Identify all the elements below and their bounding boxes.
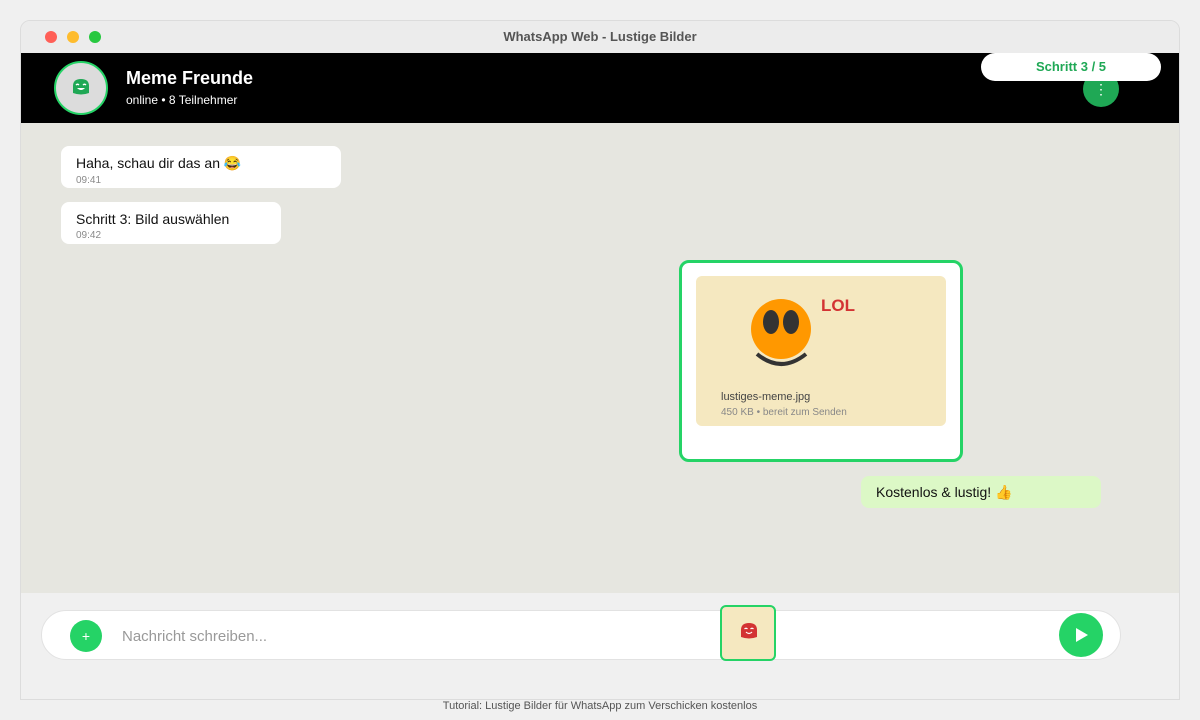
message-text: Schritt 3: Bild auswählen [76, 211, 230, 227]
window-title: WhatsApp Web - Lustige Bilder [503, 29, 697, 44]
laughing-face-icon [73, 79, 89, 95]
meme-caption: LOL [821, 296, 855, 315]
message-input[interactable] [120, 621, 684, 651]
incoming-message: Haha, schau dir das an 😂 09:41 [61, 146, 341, 188]
file-meta: 450 KB • bereit zum Senden [721, 407, 847, 418]
tutorial-caption: Tutorial: Lustige Bilder für WhatsApp zu… [442, 700, 758, 712]
message-composer: + [41, 605, 1121, 661]
app-window: WhatsApp Web - Lustige Bilder Meme Freun… [20, 20, 1180, 700]
smiley-meme-icon [751, 299, 811, 366]
incoming-message: Schritt 3: Bild auswählen 09:42 [61, 202, 281, 244]
send-button[interactable] [1059, 613, 1103, 657]
group-avatar[interactable] [54, 61, 108, 115]
outgoing-message: Kostenlos & lustig! 👍 [861, 476, 1101, 508]
message-text: Haha, schau dir das an 😂 [76, 155, 242, 171]
selected-image-preview[interactable]: LOL lustiges-meme.jpg 450 KB • bereit zu… [679, 260, 963, 462]
chat-status: online • 8 Teilnehmer [126, 93, 238, 107]
composer-area: + [21, 593, 1179, 699]
plus-icon[interactable]: + [70, 620, 102, 652]
sticker-button[interactable] [720, 605, 776, 661]
file-name: lustiges-meme.jpg [721, 391, 811, 403]
message-text: Kostenlos & lustig! 👍 [876, 484, 1013, 500]
message-time: 09:42 [76, 230, 102, 241]
send-icon [1076, 628, 1088, 642]
chat-area[interactable]: Haha, schau dir das an 😂 09:41 Schritt 3… [21, 123, 1179, 593]
meme-image[interactable]: LOL lustiges-meme.jpg 450 KB • bereit zu… [696, 276, 946, 426]
chat-header: Meme Freunde online • 8 Teilnehmer ⋮ Sch… [21, 53, 1179, 123]
chat-name: Meme Freunde [126, 68, 254, 88]
sticker-icon [741, 623, 757, 639]
message-time: 09:41 [76, 175, 102, 186]
step-indicator: Schritt 3 / 5 [981, 53, 1161, 81]
title-bar: WhatsApp Web - Lustige Bilder [21, 21, 1179, 53]
